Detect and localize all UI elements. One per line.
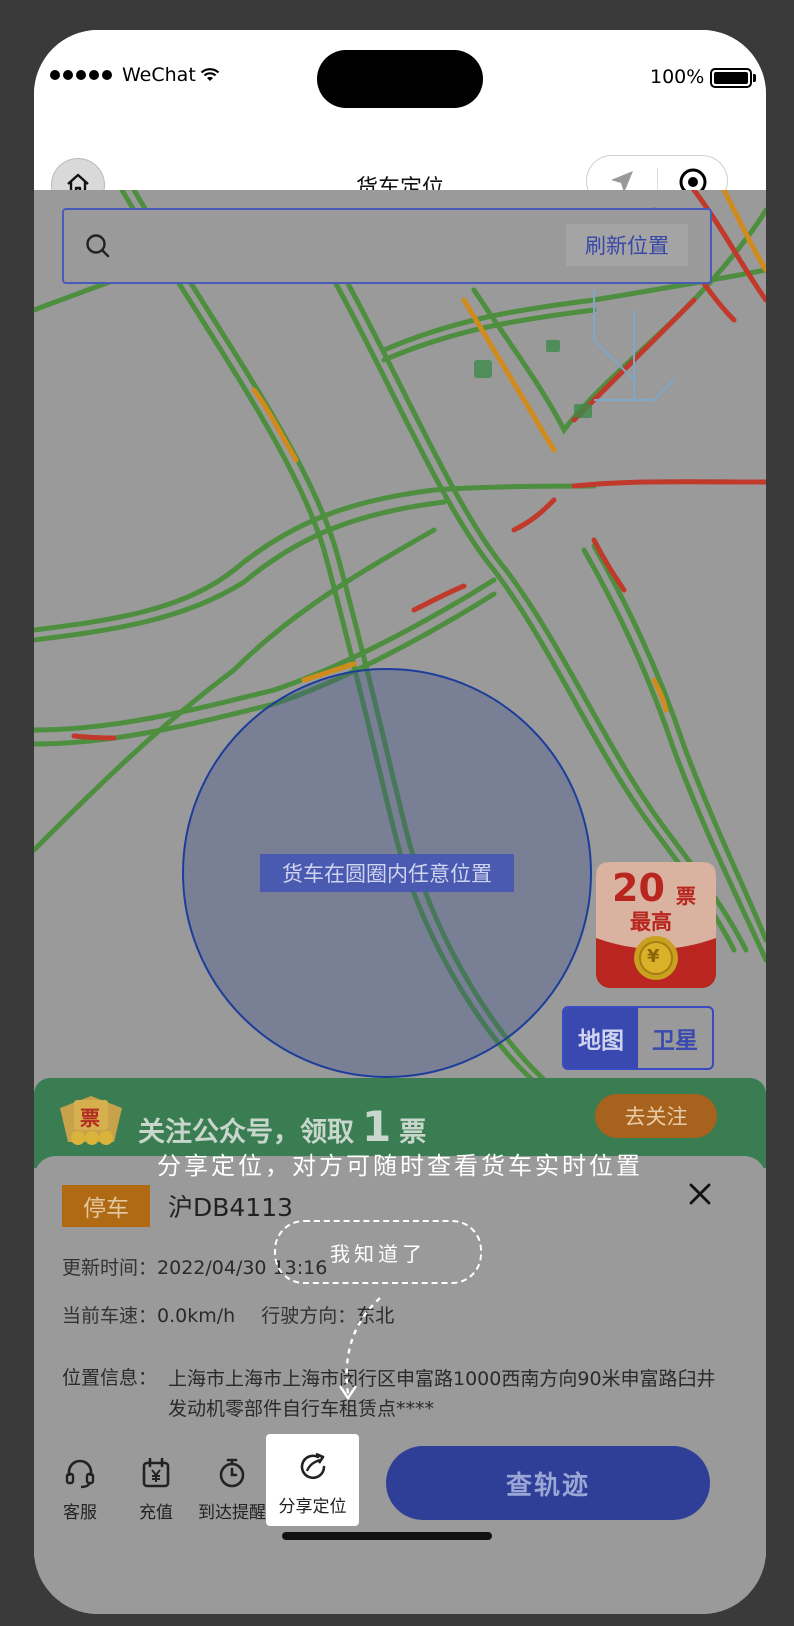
speed-label: 当前车速： xyxy=(62,1305,158,1327)
follow-text-before: 关注公众号，领取 xyxy=(138,1117,354,1148)
follow-button[interactable]: 去关注 xyxy=(595,1094,717,1138)
update-time-label: 更新时间： xyxy=(62,1257,158,1279)
service-button[interactable]: 客服 xyxy=(42,1454,118,1523)
status-badge: 停车 xyxy=(62,1185,150,1227)
promo-number: 20 xyxy=(612,866,665,910)
share-icon xyxy=(300,1452,325,1480)
follow-count: 1 xyxy=(362,1102,392,1151)
promo-coin: ¥ xyxy=(647,946,660,967)
got-it-button[interactable]: 我知道了 xyxy=(274,1220,482,1284)
speed-value: 0.0km/h xyxy=(157,1305,236,1327)
promo-red-packet[interactable]: 20 票 最高 ¥ xyxy=(594,860,718,990)
calendar-yen-icon xyxy=(142,1457,170,1488)
guide-tooltip: 分享定位，对方可随时查看货车实时位置 xyxy=(157,1152,643,1180)
battery-icon xyxy=(710,68,756,88)
guide-arrow-icon xyxy=(339,1297,381,1401)
search-icon xyxy=(86,234,110,258)
dynamic-island xyxy=(317,50,483,108)
follow-text: 关注公众号，领取 1 票 xyxy=(138,1102,426,1151)
search-bar[interactable]: 刷新位置 xyxy=(62,208,712,284)
ticket-icon-label: 票 xyxy=(80,1106,100,1130)
follow-text-after: 票 xyxy=(399,1117,427,1148)
carrier: WeChat xyxy=(50,64,220,86)
wifi-icon xyxy=(200,68,220,81)
service-label: 客服 xyxy=(63,1503,97,1523)
status-bar: WeChat 100% xyxy=(34,30,766,126)
battery-percent: 100% xyxy=(650,66,705,88)
share-location-label: 分享定位 xyxy=(278,1497,347,1517)
stopwatch-icon xyxy=(219,1458,245,1488)
promo-subtitle: 最高 xyxy=(630,910,672,934)
carrier-name: WeChat xyxy=(122,64,196,86)
signal-icon xyxy=(50,70,112,80)
headset-icon xyxy=(65,1459,95,1489)
location-label: 位置信息： xyxy=(62,1367,158,1389)
arrival-reminder-label: 到达提醒 xyxy=(198,1503,266,1523)
map-type-toggle: 地图 卫星 xyxy=(562,1006,714,1070)
recharge-button[interactable]: 充值 xyxy=(118,1454,194,1523)
view-track-button[interactable]: 查轨迹 xyxy=(386,1446,710,1520)
location-value: 上海市上海市上海市闵行区申富路1000西南方向90米申富路臼井发动机零部件自行车… xyxy=(168,1368,716,1420)
phone-screen: WeChat 100% 货车定位 刷新位置 货车在圆圈内任意位置 20 票 最高… xyxy=(34,30,766,1614)
map-mode-button[interactable]: 地图 xyxy=(564,1008,638,1068)
home-indicator xyxy=(282,1532,492,1540)
truck-range-label: 货车在圆圈内任意位置 xyxy=(260,854,514,892)
satellite-mode-button[interactable]: 卫星 xyxy=(638,1008,712,1068)
arrival-reminder-button[interactable]: 到达提醒 xyxy=(194,1454,270,1523)
refresh-location-button[interactable]: 刷新位置 xyxy=(566,224,688,266)
close-icon[interactable] xyxy=(686,1180,714,1208)
promo-unit: 票 xyxy=(676,884,696,908)
ticket-icon: 票 xyxy=(56,1092,126,1150)
plate-number: 沪DB4113 xyxy=(168,1193,294,1222)
share-location-button[interactable]: 分享定位 xyxy=(266,1434,359,1526)
recharge-label: 充值 xyxy=(139,1503,173,1523)
